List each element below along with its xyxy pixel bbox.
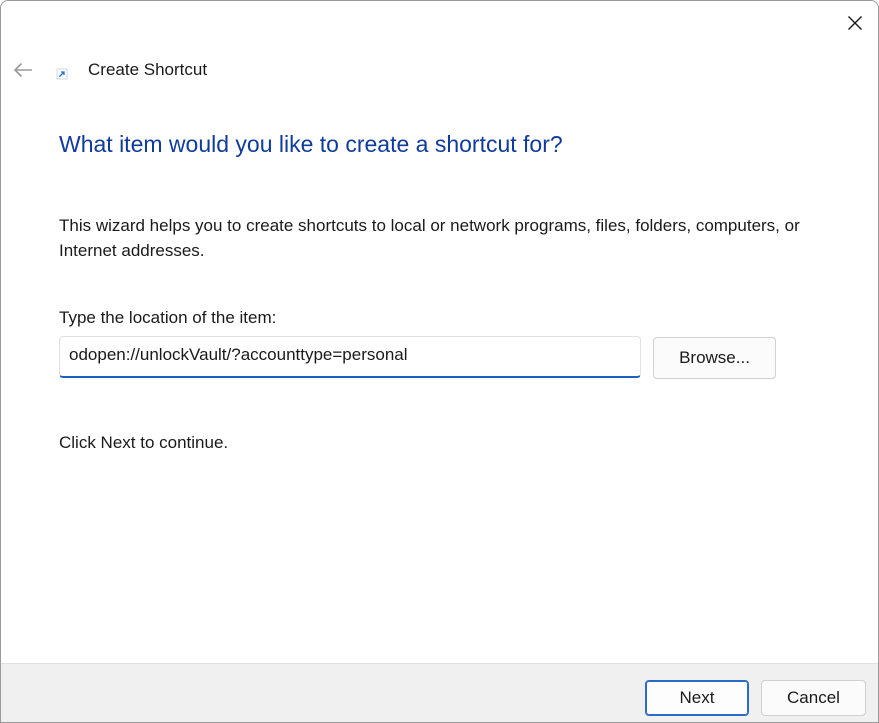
page-heading: What item would you like to create a sho… [59, 131, 563, 157]
back-button[interactable] [9, 56, 37, 84]
close-button[interactable] [838, 7, 872, 39]
back-arrow-icon [13, 62, 32, 78]
wizard-description: This wizard helps you to create shortcut… [59, 216, 800, 260]
shortcut-icon [56, 68, 68, 80]
location-input[interactable] [59, 336, 641, 378]
browse-button[interactable]: Browse... [653, 337, 776, 379]
close-icon [848, 16, 862, 30]
continue-instruction: Click Next to continue. [59, 433, 229, 452]
cancel-button[interactable]: Cancel [761, 680, 866, 716]
next-button[interactable]: Next [645, 680, 749, 716]
dialog-footer: Next Cancel [1, 663, 878, 722]
location-label: Type the location of the item: [59, 308, 277, 327]
create-shortcut-dialog: Create Shortcut What item would you like… [0, 0, 879, 723]
window-title: Create Shortcut [88, 60, 208, 79]
